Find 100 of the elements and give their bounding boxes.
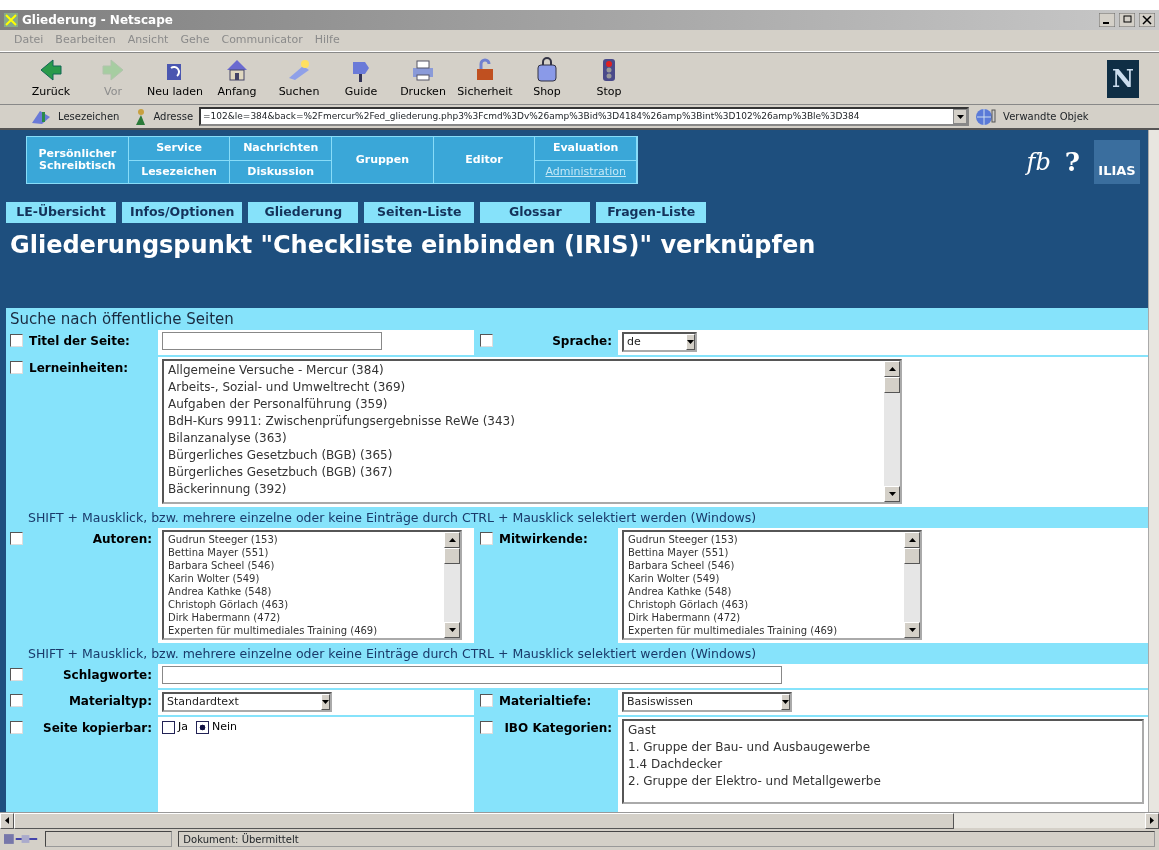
list-box[interactable]: Gudrun Steeger (153) Bettina Mayer (551) Barbara Scheel (546) Karin Wolter (549) Andrea Kathke (548) Christoph Görlach (463) Dirk Habermann (472) Experten für multimediales Training (469) [162, 530, 462, 640]
toolbar-button[interactable]: Shop [516, 56, 578, 101]
scroll-thumb[interactable] [904, 548, 920, 564]
bookmarks-button[interactable]: Lesezeichen [58, 109, 120, 124]
horizontal-scrollbar[interactable] [0, 812, 1159, 828]
maximize-button[interactable] [1119, 13, 1135, 27]
minimize-button[interactable] [1099, 13, 1115, 27]
toolbar-button[interactable]: Drucken [392, 56, 454, 101]
help-link[interactable]: ? [1064, 147, 1080, 177]
toolbar-button[interactable]: Sicherheit [454, 56, 516, 101]
related-button[interactable]: Verwandte Objek [1003, 109, 1089, 124]
tab[interactable]: Seiten-Liste [364, 202, 475, 223]
list-option[interactable]: Bürgerliches Gesetzbuch (BGB) (365) [168, 447, 880, 464]
list-option[interactable]: Christoph Görlach (463) [628, 598, 900, 611]
list-box[interactable]: Gast 1. Gruppe der Bau- und Ausbaugewerbe 1.4 Dachdecker 2. Gruppe der Elektro- und Metallgewerbe [622, 719, 1144, 804]
checkbox[interactable] [10, 334, 23, 347]
list-option[interactable]: Allgemeine Versuche - Mercur (384) [168, 362, 880, 379]
field-label: Materialtiefe: [499, 693, 592, 710]
right-arrow-icon [1150, 817, 1154, 824]
list-option[interactable]: Christoph Görlach (463) [168, 598, 440, 611]
list-option[interactable]: Aufgaben der Personalführung (359) [168, 396, 880, 413]
down-arrow-icon [448, 628, 456, 632]
toolbar-button[interactable]: Stop [578, 56, 640, 101]
address-field[interactable]: =102&le=384&back=%2Fmercur%2Fed_gliederung.php3%3Fcmd%3Dv%26amp%3Bid%3D4184%26amp%3Bint%3D102%26amp%3Ble%3D384 [199, 107, 970, 126]
checkbox[interactable] [480, 694, 493, 707]
list-box[interactable]: Gudrun Steeger (153) Bettina Mayer (551) Barbara Scheel (546) Karin Wolter (549) Andrea Kathke (548) Christoph Görlach (463) Dirk Habermann (472) Experten für multimediales Training (469) [622, 530, 922, 640]
text-field[interactable] [162, 666, 782, 684]
list-option[interactable]: Bilanzanalyse (363) [168, 430, 880, 447]
field-label: Sprache: [551, 333, 612, 350]
checkbox[interactable] [10, 532, 23, 545]
ilias-logo: ILIAS [1094, 140, 1140, 184]
list-option[interactable]: Bürgerliches Gesetzbuch (BGB) (367) [168, 464, 880, 481]
tab[interactable]: Infos/Optionen [122, 202, 243, 223]
toolbar-button[interactable]: Suchen [268, 56, 330, 101]
scrollbar[interactable] [904, 532, 920, 638]
list-option[interactable]: Bäckerinnung (392) [168, 481, 880, 498]
scroll-thumb[interactable] [884, 377, 900, 393]
toolbar-button[interactable]: Guide [330, 56, 392, 101]
close-button[interactable] [1139, 13, 1155, 27]
checkbox[interactable] [10, 721, 23, 734]
checkbox[interactable] [10, 668, 23, 681]
checkbox[interactable] [480, 721, 493, 734]
list-option[interactable]: 2. Gruppe der Elektro- und Metallgewerbe [628, 773, 1138, 790]
list-option[interactable]: Arbeits-, Sozial- und Umweltrecht (369) [168, 379, 880, 396]
up-arrow-icon [448, 538, 456, 542]
toolbar-button[interactable]: Anfang [206, 56, 268, 101]
list-option[interactable]: Experten für multimediales Training (469) [628, 624, 900, 637]
list-option[interactable]: Bettina Mayer (551) [168, 546, 440, 559]
select-field[interactable]: de [622, 332, 697, 352]
list-option[interactable]: 1. Gruppe der Bau- und Ausbaugewerbe [628, 739, 1138, 756]
checkbox[interactable] [10, 694, 23, 707]
page-heading: Gliederungspunkt "Checkliste einbinden (IRIS)" verknüpfen [10, 229, 817, 261]
list-option[interactable]: Experten für multimediales Training (469) [168, 624, 440, 637]
text-field[interactable] [162, 332, 382, 350]
list-option[interactable]: 1.4 Dachdecker [628, 756, 1138, 773]
address-label: Adresse [153, 110, 194, 124]
checkbox[interactable] [10, 361, 23, 374]
list-option[interactable]: Bettina Mayer (551) [628, 546, 900, 559]
tab[interactable]: Glossar [480, 202, 591, 223]
list-option[interactable]: Barbara Scheel (546) [168, 559, 440, 572]
caret-icon [956, 114, 964, 119]
field-label: IBO Kategorien: [503, 720, 612, 737]
toolbar-button[interactable]: Neu laden [144, 56, 206, 101]
select-field[interactable]: Standardtext [162, 692, 332, 712]
toolbar-button[interactable]: Zurück [20, 56, 82, 101]
scroll-thumb[interactable] [14, 812, 954, 829]
list-box[interactable] [162, 359, 902, 504]
browser-logo: N [1107, 59, 1139, 98]
caret-icon [782, 700, 789, 704]
tab[interactable]: Gliederung [248, 202, 359, 223]
list-option[interactable]: Karin Wolter (549) [628, 572, 900, 585]
list-option[interactable]: Andrea Kathke (548) [168, 585, 440, 598]
radio-label: Ja [178, 719, 188, 735]
list-option[interactable]: Barbara Scheel (546) [628, 559, 900, 572]
select-field[interactable]: Basiswissen [622, 692, 792, 712]
list-option[interactable]: Gudrun Steeger (153) [628, 533, 900, 546]
tab[interactable]: LE-Übersicht [6, 202, 116, 223]
left-arrow-icon [5, 817, 9, 824]
list-option[interactable]: Gast [628, 722, 1138, 739]
down-arrow-icon [888, 492, 896, 496]
status-text: Dokument: Übermittelt [178, 831, 1155, 847]
checkbox[interactable] [480, 334, 493, 347]
radio-button[interactable] [162, 720, 175, 734]
hint-text: SHIFT + Mausklick, bzw. mehrere einzelne oder keine Einträge durch CTRL + Mausklick selektiert werden (Windows) [27, 645, 758, 662]
scrollbar[interactable] [444, 532, 460, 638]
list-option[interactable]: Dirk Habermann (472) [628, 611, 900, 624]
vertical-scrollbar[interactable] [1148, 130, 1159, 812]
radio-button[interactable] [196, 720, 209, 734]
caret-icon [687, 340, 694, 344]
tab[interactable]: Fragen-Liste [596, 202, 707, 223]
list-option[interactable]: Gudrun Steeger (153) [168, 533, 440, 546]
list-option[interactable]: Karin Wolter (549) [168, 572, 440, 585]
list-option[interactable]: Andrea Kathke (548) [628, 585, 900, 598]
scroll-thumb[interactable] [444, 548, 460, 564]
list-option[interactable]: Dirk Habermann (472) [168, 611, 440, 624]
scrollbar[interactable] [884, 361, 900, 502]
field-label: Autoren: [91, 531, 152, 548]
feedback-link[interactable]: fb [1026, 148, 1051, 176]
checkbox[interactable] [480, 532, 493, 545]
list-option[interactable]: BdH-Kurs 9911: Zwischenprüfungsergebnisse ReWe (343) [168, 413, 880, 430]
